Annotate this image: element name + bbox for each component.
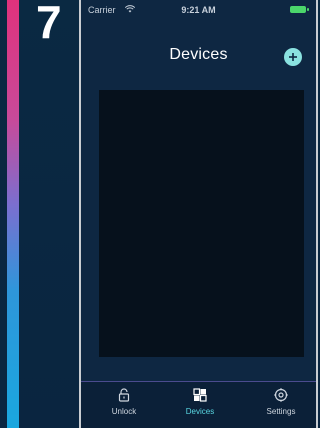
phone-screen: Carrier 9:21 AM Devices Unlock Devices S… — [79, 0, 318, 428]
gear-icon — [274, 388, 288, 402]
lock-icon — [118, 388, 130, 402]
page-title: Devices — [169, 46, 228, 63]
tutorial-slide: 7 Carrier 9:21 AM Devices Unlock Devices… — [0, 0, 320, 428]
tab-devices-label: Devices — [185, 407, 215, 416]
tab-unlock[interactable]: Unlock — [89, 388, 159, 416]
gradient-accent-bar — [7, 0, 19, 428]
step-number: 7 — [36, 0, 62, 48]
battery-icon — [290, 6, 309, 13]
plus-icon — [289, 53, 297, 61]
grid-icon — [193, 388, 207, 402]
status-time: 9:21 AM — [181, 5, 216, 15]
tab-devices[interactable]: Devices — [165, 388, 235, 416]
add-device-button[interactable] — [284, 48, 302, 66]
status-bar: Carrier 9:21 AM — [81, 0, 316, 20]
tab-settings[interactable]: Settings — [246, 388, 316, 416]
tab-unlock-label: Unlock — [111, 407, 137, 416]
tab-settings-label: Settings — [266, 407, 296, 416]
devices-list-panel — [99, 90, 304, 357]
tab-bar: Unlock Devices Settings — [81, 381, 316, 428]
